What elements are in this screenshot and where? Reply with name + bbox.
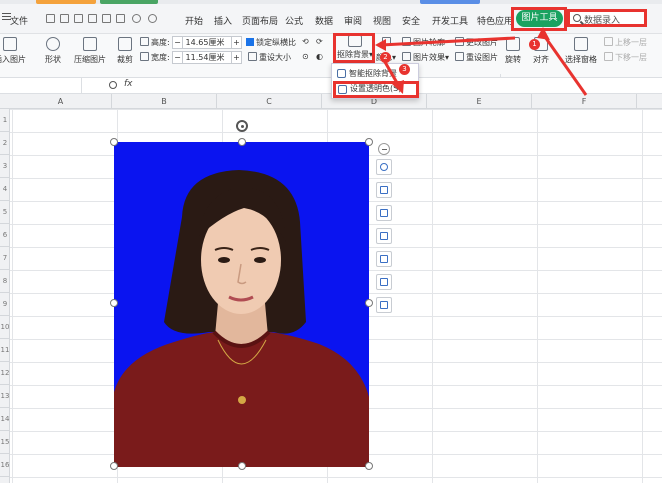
annotation-arrows [375,27,588,96]
